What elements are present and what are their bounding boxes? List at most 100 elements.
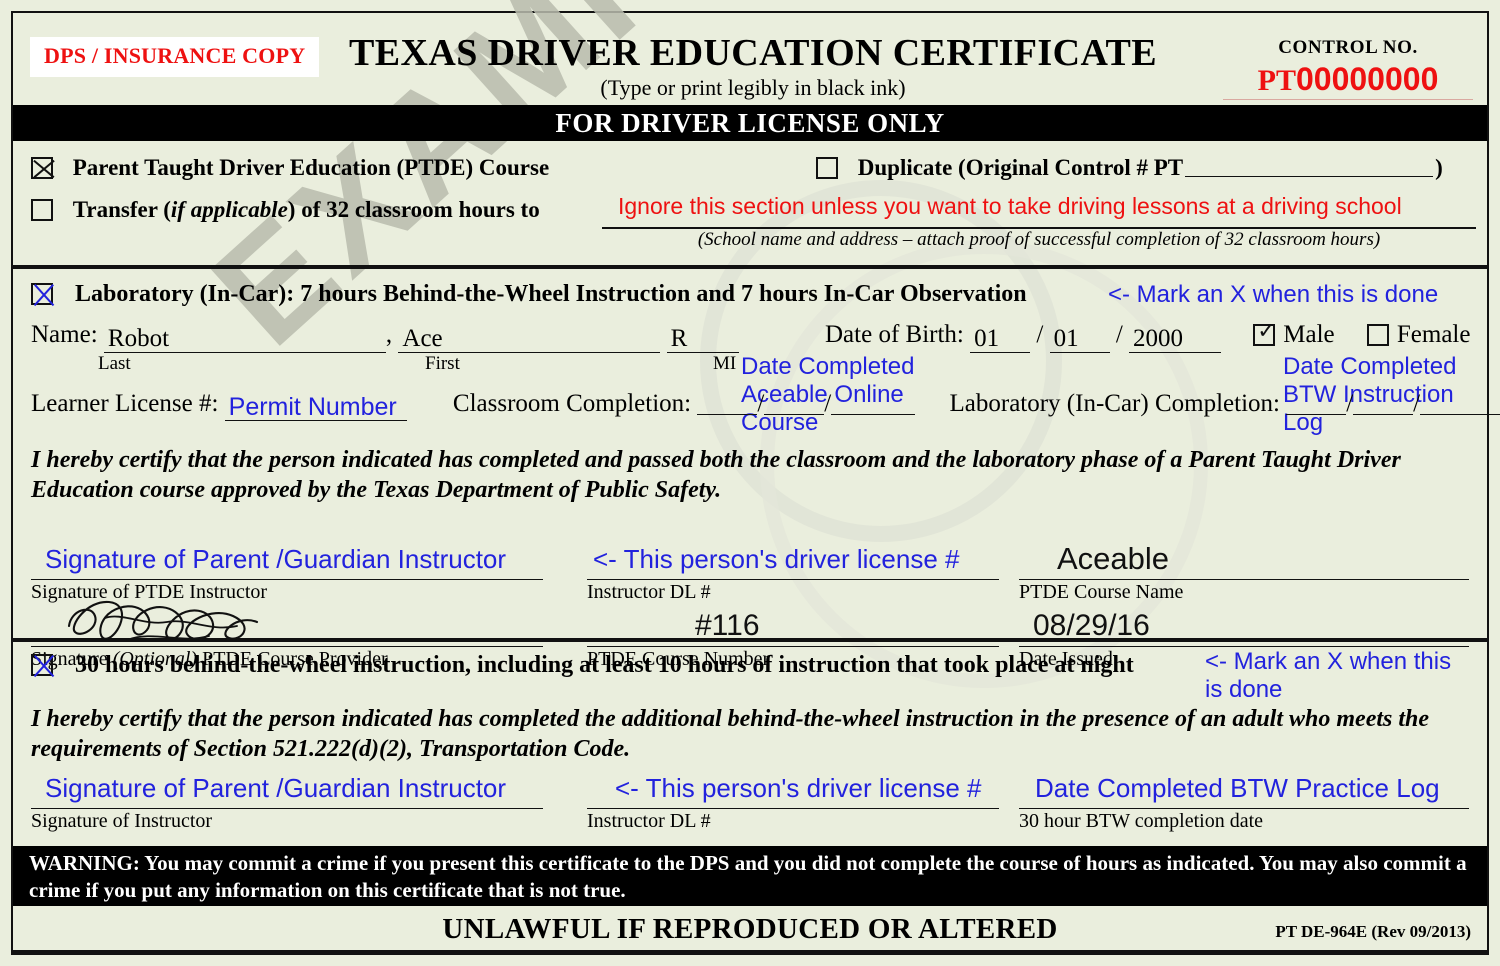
btw-checkbox[interactable] — [31, 654, 53, 676]
control-number-value-row: PT00000000 — [1223, 61, 1473, 100]
dps-insurance-copy-label: DPS / INSURANCE COPY — [44, 43, 306, 68]
control-number-block: CONTROL NO. PT00000000 — [1223, 37, 1473, 100]
female-option[interactable]: Female — [1366, 321, 1471, 348]
transfer-row[interactable]: Transfer (if applicable) of 32 classroom… — [31, 197, 540, 223]
instructor-signature-input[interactable]: Signature of Parent /Guardian Instructor — [31, 539, 543, 580]
btw-signature-input[interactable]: Signature of Parent /Guardian Instructor — [31, 768, 543, 809]
female-checkbox[interactable] — [1366, 324, 1389, 346]
laboratory-year-input[interactable] — [1420, 387, 1500, 415]
female-label: Female — [1396, 321, 1471, 348]
laboratory-heading-row[interactable]: Laboratory (In-Car): 7 hours Behind-the-… — [31, 281, 1027, 308]
certification-text-1: I hereby certify that the person indicat… — [31, 447, 1401, 503]
name-row: Name: Robot, Ace R — [31, 321, 739, 353]
transfer-label-italic: if applicable — [170, 197, 288, 222]
warning-banner: WARNING: You may commit a crime if you p… — [13, 846, 1487, 906]
laboratory-day-input[interactable] — [1353, 387, 1414, 415]
transfer-checkbox[interactable] — [31, 199, 53, 221]
laboratory-month-input[interactable] — [1286, 387, 1347, 415]
btw-annotation: <- Mark an X when this is done — [1205, 648, 1452, 703]
classroom-month-input[interactable] — [697, 387, 758, 415]
instructor-dl-input[interactable]: <- This person's driver license # — [587, 539, 999, 580]
dob-year-input[interactable]: 2000 — [1129, 325, 1222, 353]
license-completion-row: Learner License #: Permit Number Classro… — [31, 387, 1500, 421]
footer-title: UNLAWFUL IF REPRODUCED OR ALTERED — [442, 913, 1058, 945]
btw-signature-caption: Signature of Instructor — [31, 810, 213, 832]
name-label: Name: — [31, 321, 98, 348]
driver-license-only-banner: FOR DRIVER LICENSE ONLY — [13, 105, 1487, 141]
duplicate-checkbox[interactable] — [816, 157, 838, 179]
cc-slash-1: / — [757, 390, 765, 417]
dob-month-input[interactable]: 01 — [970, 325, 1031, 353]
footer-revision: PT DE-964E (Rev 09/2013) — [1275, 922, 1471, 941]
laboratory-checkbox[interactable] — [31, 283, 53, 305]
male-option[interactable]: Male — [1253, 320, 1341, 348]
btw-dl-column: <- This person's driver license # Instru… — [587, 768, 999, 833]
btw-date-input[interactable]: Date Completed BTW Practice Log — [1019, 768, 1469, 809]
learner-license-input[interactable]: Permit Number — [224, 393, 407, 421]
btw-date-caption: 30 hour BTW completion date — [1019, 810, 1264, 832]
btw-dl-input[interactable]: <- This person's driver license # — [587, 768, 999, 809]
male-checkbox[interactable] — [1253, 320, 1276, 346]
duplicate-row[interactable]: Duplicate (Original Control # PT) — [816, 155, 1443, 181]
course-type-section: Parent Taught Driver Education (PTDE) Co… — [13, 141, 1487, 265]
dob-gender-row: Date of Birth: 01 / 01 / 2000 Male Femal… — [825, 320, 1471, 353]
classroom-day-input[interactable] — [764, 387, 825, 415]
ptde-course-row[interactable]: Parent Taught Driver Education (PTDE) Co… — [31, 155, 549, 181]
control-number-value: 00000000 — [1295, 61, 1439, 97]
ptde-course-name-caption: PTDE Course Name — [1019, 581, 1184, 603]
lc-slash-1: / — [1346, 390, 1354, 417]
name-comma: , — [385, 321, 393, 348]
first-name-input[interactable]: Ace — [398, 325, 661, 353]
middle-initial-caption: MI — [713, 353, 737, 374]
btw-section: 30 hours behind-the-wheel instruction, i… — [13, 642, 1487, 840]
dob-label: Date of Birth: — [825, 321, 964, 348]
btw-date-annotation: Date Completed BTW Practice Log — [1035, 773, 1440, 803]
laboratory-section: Laboratory (In-Car): 7 hours Behind-the-… — [13, 269, 1500, 670]
last-name-input[interactable]: Robot — [103, 325, 386, 353]
classroom-year-input[interactable] — [831, 387, 916, 415]
instructor-signature-annotation: Signature of Parent /Guardian Instructor — [45, 544, 507, 574]
learner-license-label: Learner License #: — [31, 390, 219, 417]
male-label: Male — [1283, 321, 1335, 348]
transfer-label-post: ) of 32 classroom hours to — [287, 197, 540, 222]
btw-signature-annotation: Signature of Parent /Guardian Instructor — [45, 773, 507, 803]
duplicate-control-input[interactable] — [1185, 156, 1434, 177]
last-name-caption: Last — [98, 353, 131, 374]
ptde-course-label: Parent Taught Driver Education (PTDE) Co… — [72, 155, 550, 180]
btw-heading-label: 30 hours behind-the-wheel instruction, i… — [75, 652, 1134, 678]
instructor-dl-annotation: <- This person's driver license # — [593, 544, 960, 574]
middle-initial-input[interactable]: R — [666, 325, 739, 353]
btw-dl-annotation: <- This person's driver license # — [615, 773, 982, 803]
instructor-dl-caption: Instructor DL # — [587, 581, 711, 603]
ptde-course-checkbox[interactable] — [31, 157, 53, 179]
btw-signature-column: Signature of Parent /Guardian Instructor… — [31, 768, 543, 833]
page-subtitle: (Type or print legibly in black ink) — [600, 75, 906, 100]
transfer-caption: (School name and address – attach proof … — [697, 229, 1381, 250]
transfer-annotation: Ignore this section unless you want to t… — [618, 193, 1402, 219]
duplicate-label: Duplicate (Original Control # PT — [857, 155, 1184, 180]
control-number-label: CONTROL NO. — [1278, 37, 1418, 58]
duplicate-label-close: ) — [1435, 155, 1443, 180]
ptde-course-name-value: Aceable — [1057, 541, 1170, 576]
classroom-completion-label: Classroom Completion: — [452, 390, 692, 417]
transfer-label-pre: Transfer ( — [72, 197, 171, 222]
dps-insurance-copy-box: DPS / INSURANCE COPY — [30, 37, 320, 77]
dob-day-input[interactable]: 01 — [1049, 325, 1110, 353]
dob-slash-1: / — [1036, 321, 1044, 348]
certificate-document: EXAMPLE ONLY DPS / INSURANCE COPY TEXAS … — [0, 0, 1500, 966]
instructor-signature-caption: Signature of PTDE Instructor — [31, 581, 268, 603]
lc-slash-2: / — [1413, 390, 1421, 417]
laboratory-completion-label: Laboratory (In-Car) Completion: — [949, 390, 1280, 417]
cc-slash-2: / — [824, 390, 832, 417]
ptde-course-name-input[interactable]: Aceable — [1019, 539, 1469, 580]
laboratory-heading-label: Laboratory (In-Car): 7 hours Behind-the-… — [75, 281, 1027, 307]
btw-heading-row[interactable]: 30 hours behind-the-wheel instruction, i… — [31, 652, 1134, 679]
certification-text-2: I hereby certify that the person indicat… — [31, 706, 1430, 762]
dob-slash-2: / — [1115, 321, 1123, 348]
document-footer: UNLAWFUL IF REPRODUCED OR ALTERED PT DE-… — [13, 906, 1487, 953]
btw-dl-caption: Instructor DL # — [587, 810, 711, 832]
page-title: TEXAS DRIVER EDUCATION CERTIFICATE — [349, 32, 1157, 74]
laboratory-annotation: <- Mark an X when this is done — [1108, 281, 1439, 308]
first-name-caption: First — [425, 353, 460, 374]
btw-date-column: Date Completed BTW Practice Log 30 hour … — [1019, 768, 1469, 833]
